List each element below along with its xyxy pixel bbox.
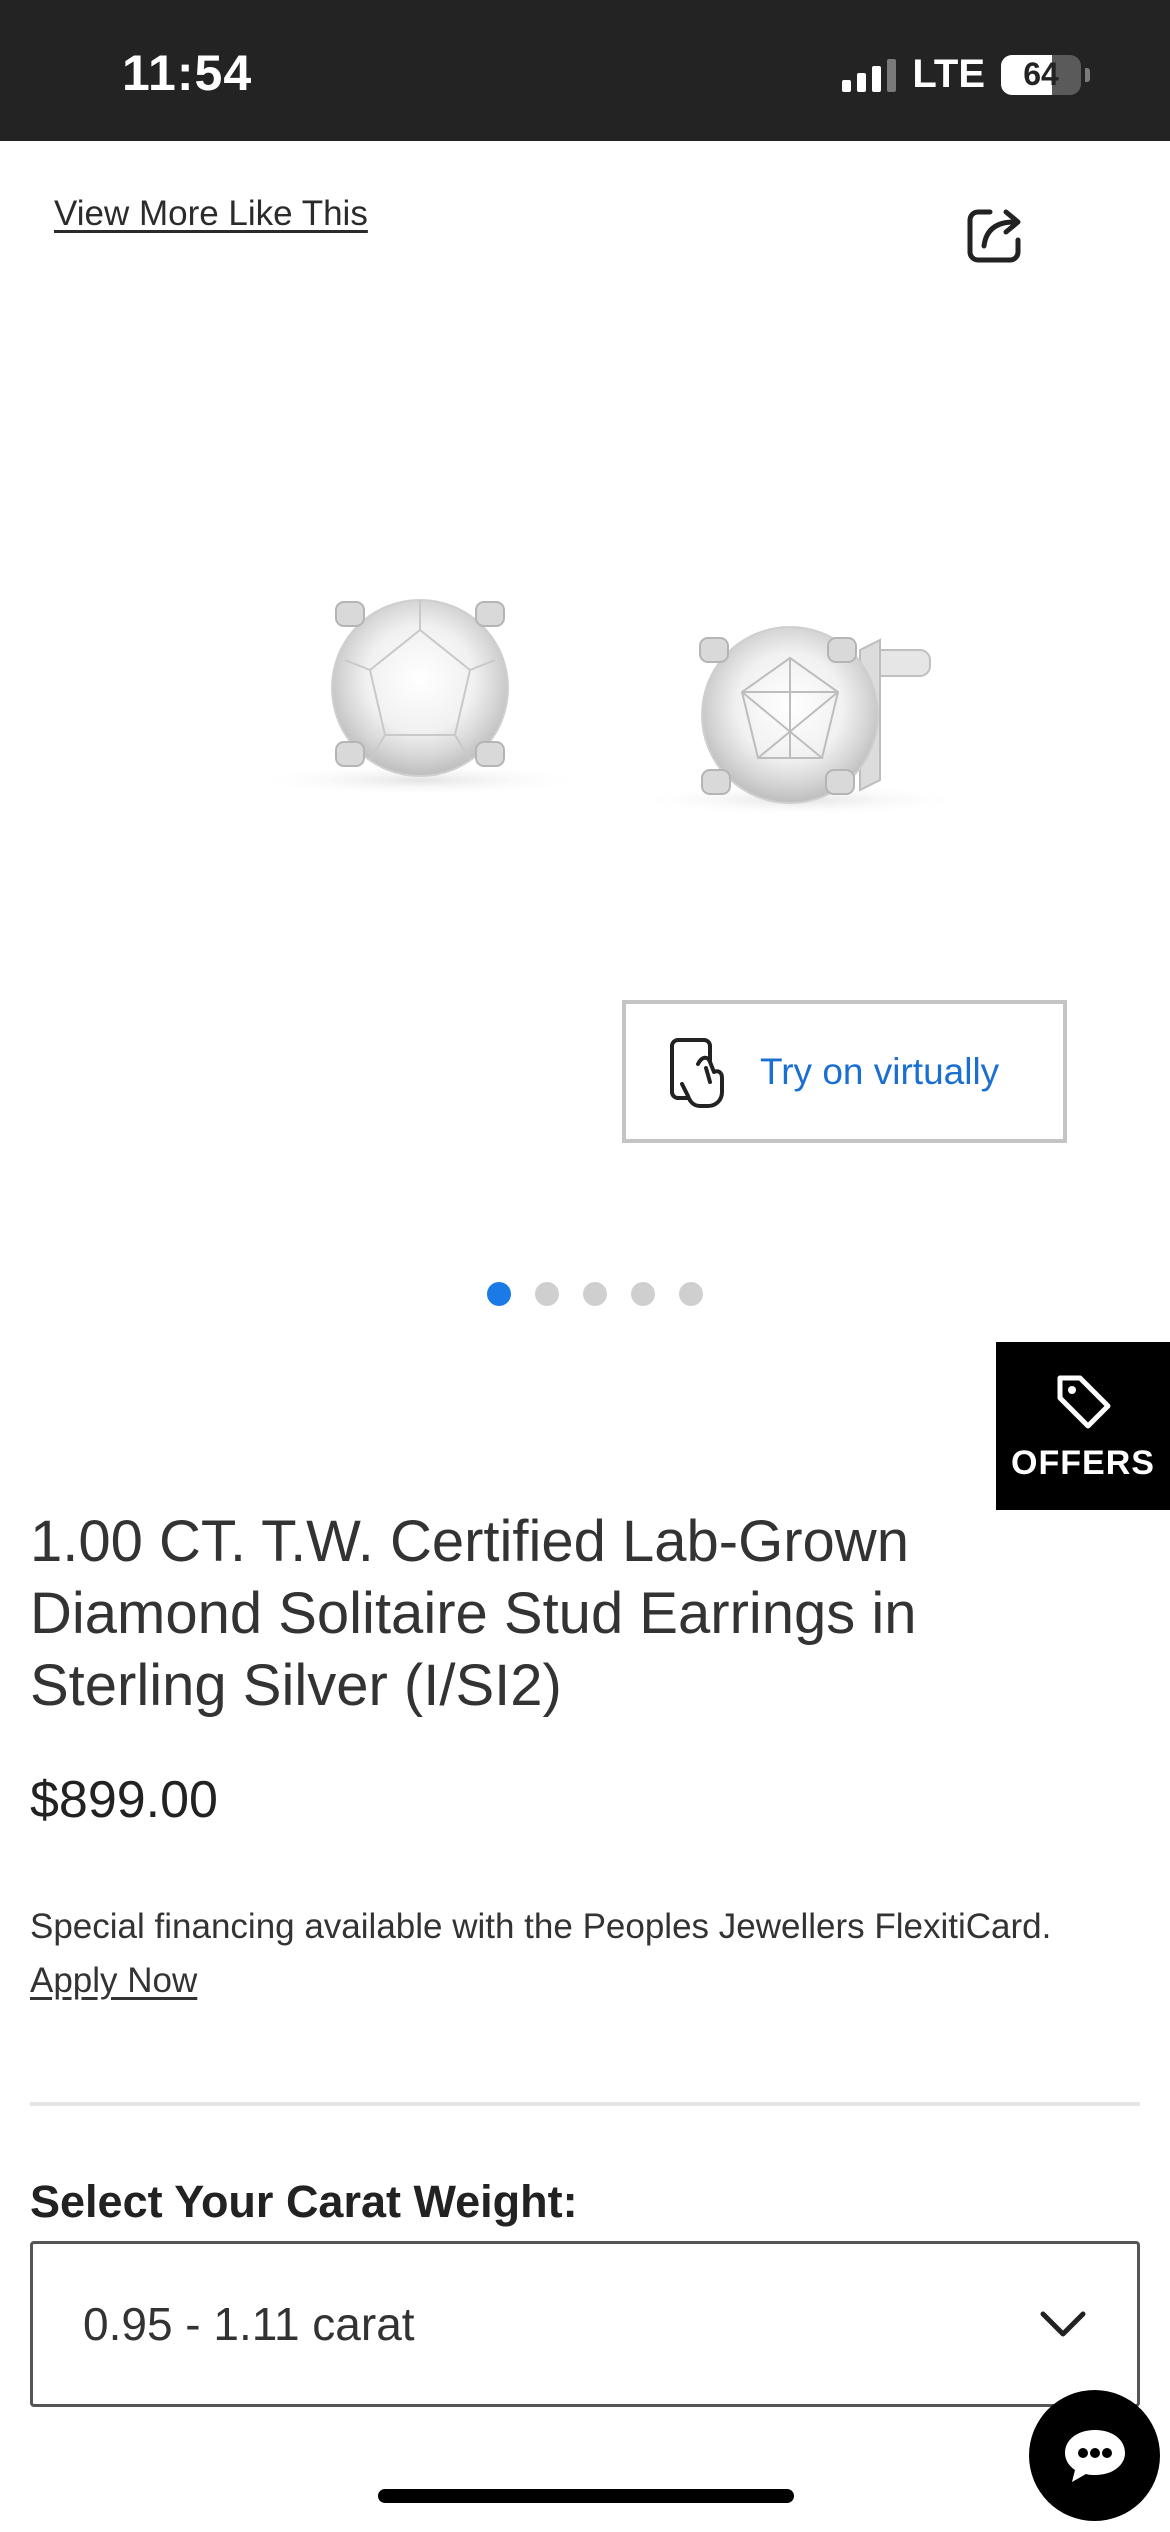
carousel-dot[interactable] bbox=[631, 1282, 655, 1306]
image-carousel-dots bbox=[487, 1282, 703, 1306]
view-more-like-this-link[interactable]: View More Like This bbox=[54, 194, 368, 234]
carat-weight-label: Select Your Carat Weight: bbox=[30, 2176, 578, 2227]
section-divider bbox=[30, 2102, 1140, 2106]
financing-info: Special financing available with the Peo… bbox=[30, 1900, 1150, 2008]
home-indicator bbox=[378, 2489, 794, 2503]
try-on-virtually-label: Try on virtually bbox=[760, 1050, 1000, 1092]
offers-button[interactable]: OFFERS bbox=[996, 1342, 1170, 1510]
share-button[interactable] bbox=[962, 202, 1028, 268]
chat-bubble-icon bbox=[1064, 2429, 1125, 2482]
carousel-dot[interactable] bbox=[487, 1282, 511, 1306]
carat-weight-select[interactable]: 0.95 - 1.11 carat bbox=[30, 2241, 1140, 2407]
carousel-dot[interactable] bbox=[583, 1282, 607, 1306]
product-image[interactable] bbox=[0, 340, 1170, 900]
battery-percent: 64 bbox=[1023, 56, 1059, 92]
status-bar: 11:54 LTE 64 bbox=[0, 0, 1170, 141]
chat-button[interactable] bbox=[1029, 2390, 1160, 2521]
tag-icon bbox=[1057, 1375, 1111, 1428]
apply-now-link[interactable]: Apply Now bbox=[30, 1954, 197, 2008]
product-title: 1.00 CT. T.W. Certified Lab-Grown Diamon… bbox=[30, 1509, 917, 1718]
diamond-stud-earrings-image bbox=[250, 599, 970, 816]
try-on-virtually-button[interactable]: Try on virtually bbox=[622, 1000, 1067, 1143]
network-type: LTE bbox=[912, 52, 985, 96]
offers-label: OFFERS bbox=[1011, 1443, 1155, 1482]
signal-strength-icon bbox=[842, 58, 897, 92]
share-icon bbox=[967, 209, 1021, 263]
financing-text: Special financing available with the Peo… bbox=[30, 1907, 1052, 1946]
product-price: $899.00 bbox=[30, 1771, 218, 1829]
carousel-dot[interactable] bbox=[535, 1282, 559, 1306]
status-time: 11:54 bbox=[122, 45, 253, 101]
status-indicators: LTE 64 bbox=[842, 52, 1090, 97]
battery-icon: 64 bbox=[1001, 54, 1081, 95]
carat-weight-value: 0.95 - 1.11 carat bbox=[83, 2298, 415, 2350]
carousel-dot[interactable] bbox=[679, 1282, 703, 1306]
hand-phone-icon bbox=[670, 1037, 724, 1108]
chevron-down-icon bbox=[1040, 2311, 1086, 2337]
